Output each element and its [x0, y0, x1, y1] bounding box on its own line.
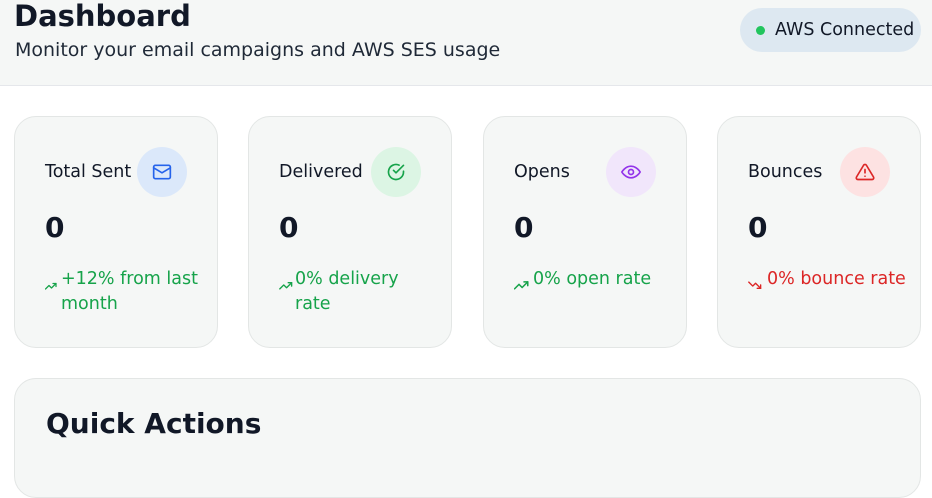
stat-trend: 0% open rate [514, 267, 674, 292]
status-dot-icon [756, 25, 765, 35]
trending-up-icon [45, 267, 59, 292]
stat-card-opens: Opens 0 0% open rate [483, 116, 687, 348]
quick-actions-panel: Quick Actions [14, 378, 921, 498]
trending-up-icon [514, 267, 531, 292]
stat-card-delivered: Delivered 0 0% delivery rate [248, 116, 452, 348]
page-header: Dashboard Monitor your email campaigns a… [0, 0, 932, 86]
stat-trend-text: +12% from last month [61, 269, 198, 314]
stat-card-bounces: Bounces 0 0% bounce rate [717, 116, 921, 348]
stat-value: 0 [279, 211, 299, 244]
stat-trend-text: 0% delivery rate [295, 269, 399, 314]
stat-trend: +12% from last month [45, 267, 205, 317]
stat-title: Opens [514, 162, 570, 182]
stat-card-total-sent: Total Sent 0 +12% from last month [14, 116, 218, 348]
mail-icon [137, 147, 187, 197]
quick-actions-title: Quick Actions [46, 407, 262, 440]
aws-status-label: AWS Connected [775, 20, 915, 40]
aws-status-badge[interactable]: AWS Connected [740, 8, 921, 52]
stat-trend-text: 0% open rate [533, 269, 652, 289]
stat-trend-text: 0% bounce rate [767, 269, 906, 289]
stat-title: Total Sent [45, 162, 132, 182]
check-circle-icon [371, 147, 421, 197]
stat-trend: 0% delivery rate [279, 267, 439, 317]
stat-value: 0 [45, 211, 65, 244]
stat-title: Delivered [279, 162, 363, 182]
trending-up-icon [279, 267, 293, 292]
page-subtitle: Monitor your email campaigns and AWS SES… [15, 39, 501, 61]
stat-value: 0 [514, 211, 534, 244]
stat-trend: 0% bounce rate [748, 267, 908, 292]
trending-down-icon [748, 267, 765, 292]
stat-title: Bounces [748, 162, 823, 182]
stat-value: 0 [748, 211, 768, 244]
page-title: Dashboard [14, 0, 191, 33]
alert-triangle-icon [840, 147, 890, 197]
eye-icon [606, 147, 656, 197]
